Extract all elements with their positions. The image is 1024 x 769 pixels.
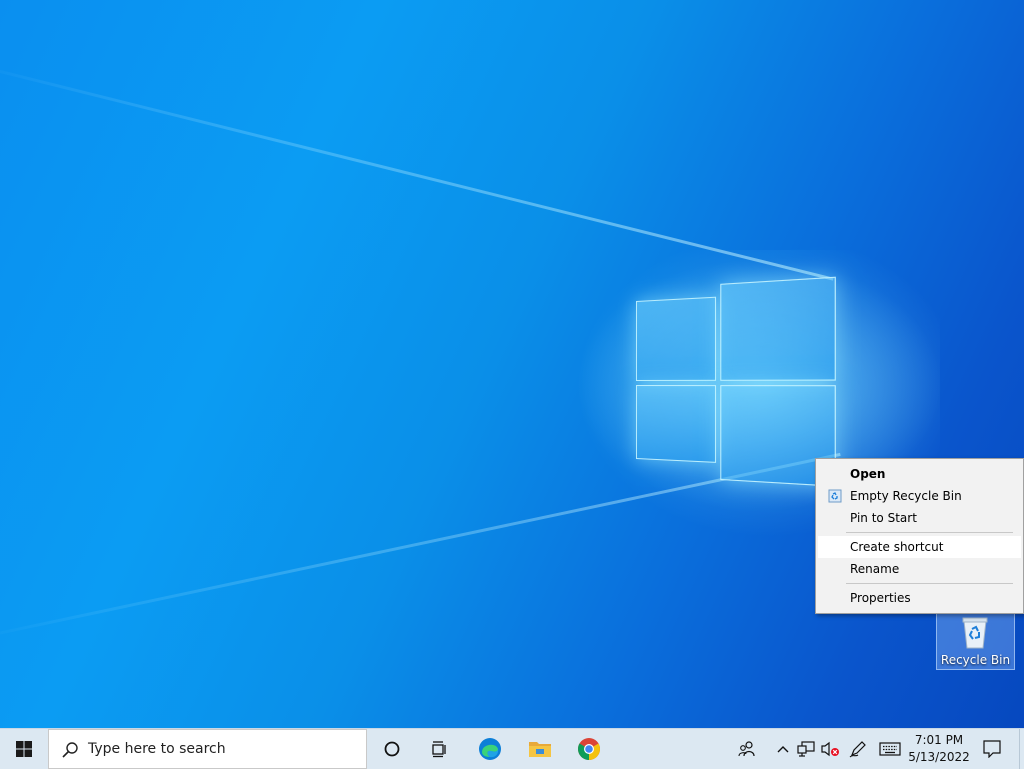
wallpaper-windows-logo xyxy=(636,276,838,492)
recycle-bin-icon xyxy=(962,617,988,649)
taskbar-search-box[interactable]: Type here to search xyxy=(48,729,367,769)
show-hidden-icons-button[interactable] xyxy=(772,729,794,769)
cortana-circle-icon xyxy=(384,741,400,757)
menu-item-properties[interactable]: Properties xyxy=(818,587,1021,609)
chrome-icon xyxy=(578,738,600,760)
wallpaper-light-beam xyxy=(0,60,834,281)
taskbar-app-chrome[interactable] xyxy=(567,729,611,769)
windows-start-icon xyxy=(16,741,32,757)
cortana-button[interactable] xyxy=(370,729,414,769)
desktop-icon-recycle-bin[interactable]: Recycle Bin xyxy=(936,611,1015,670)
clock[interactable]: 7:01 PM 5/13/2022 xyxy=(906,732,972,766)
folder-icon xyxy=(529,742,551,757)
menu-item-label: Empty Recycle Bin xyxy=(850,489,962,503)
pen-icon xyxy=(849,741,866,758)
volume-muted-icon xyxy=(821,741,839,757)
menu-item-empty-recycle-bin[interactable]: Empty Recycle Bin xyxy=(818,485,1021,507)
clock-time: 7:01 PM xyxy=(914,733,964,747)
menu-item-create-shortcut[interactable]: Create shortcut xyxy=(818,536,1021,558)
task-view-icon xyxy=(432,741,446,758)
action-center-button[interactable] xyxy=(976,729,1008,769)
task-view-button[interactable] xyxy=(418,729,462,769)
start-button[interactable] xyxy=(0,729,48,769)
chevron-up-icon xyxy=(777,746,789,753)
volume-button[interactable] xyxy=(819,729,841,769)
people-button[interactable] xyxy=(734,729,760,769)
network-icon xyxy=(797,741,815,757)
people-icon xyxy=(738,741,755,757)
menu-item-pin-to-start[interactable]: Pin to Start xyxy=(818,507,1021,529)
edge-icon xyxy=(479,738,501,760)
taskbar-app-edge[interactable] xyxy=(468,729,512,769)
taskbar-app-file-explorer[interactable] xyxy=(518,729,562,769)
recycle-icon xyxy=(828,489,842,503)
search-placeholder: Type here to search xyxy=(88,741,226,757)
pen-workspace-button[interactable] xyxy=(846,729,870,769)
keyboard-icon xyxy=(879,742,901,756)
show-desktop-button[interactable] xyxy=(1019,729,1024,769)
touch-keyboard-button[interactable] xyxy=(876,729,904,769)
menu-item-rename[interactable]: Rename xyxy=(818,558,1021,580)
menu-separator xyxy=(846,532,1013,533)
desktop-icon-label: Recycle Bin xyxy=(940,653,1011,667)
menu-item-open[interactable]: Open xyxy=(818,463,1021,485)
taskbar: Type here to search 7:01 PM 5/13/2022 xyxy=(0,728,1024,769)
clock-date: 5/13/2022 xyxy=(908,750,970,764)
search-icon xyxy=(62,742,78,758)
context-menu: Open Empty Recycle Bin Pin to Start Crea… xyxy=(815,458,1024,614)
network-button[interactable] xyxy=(795,729,817,769)
notification-icon xyxy=(983,740,1001,758)
desktop[interactable]: Recycle Bin Open Empty Recycle Bin Pin t… xyxy=(0,0,1024,728)
menu-separator xyxy=(846,583,1013,584)
